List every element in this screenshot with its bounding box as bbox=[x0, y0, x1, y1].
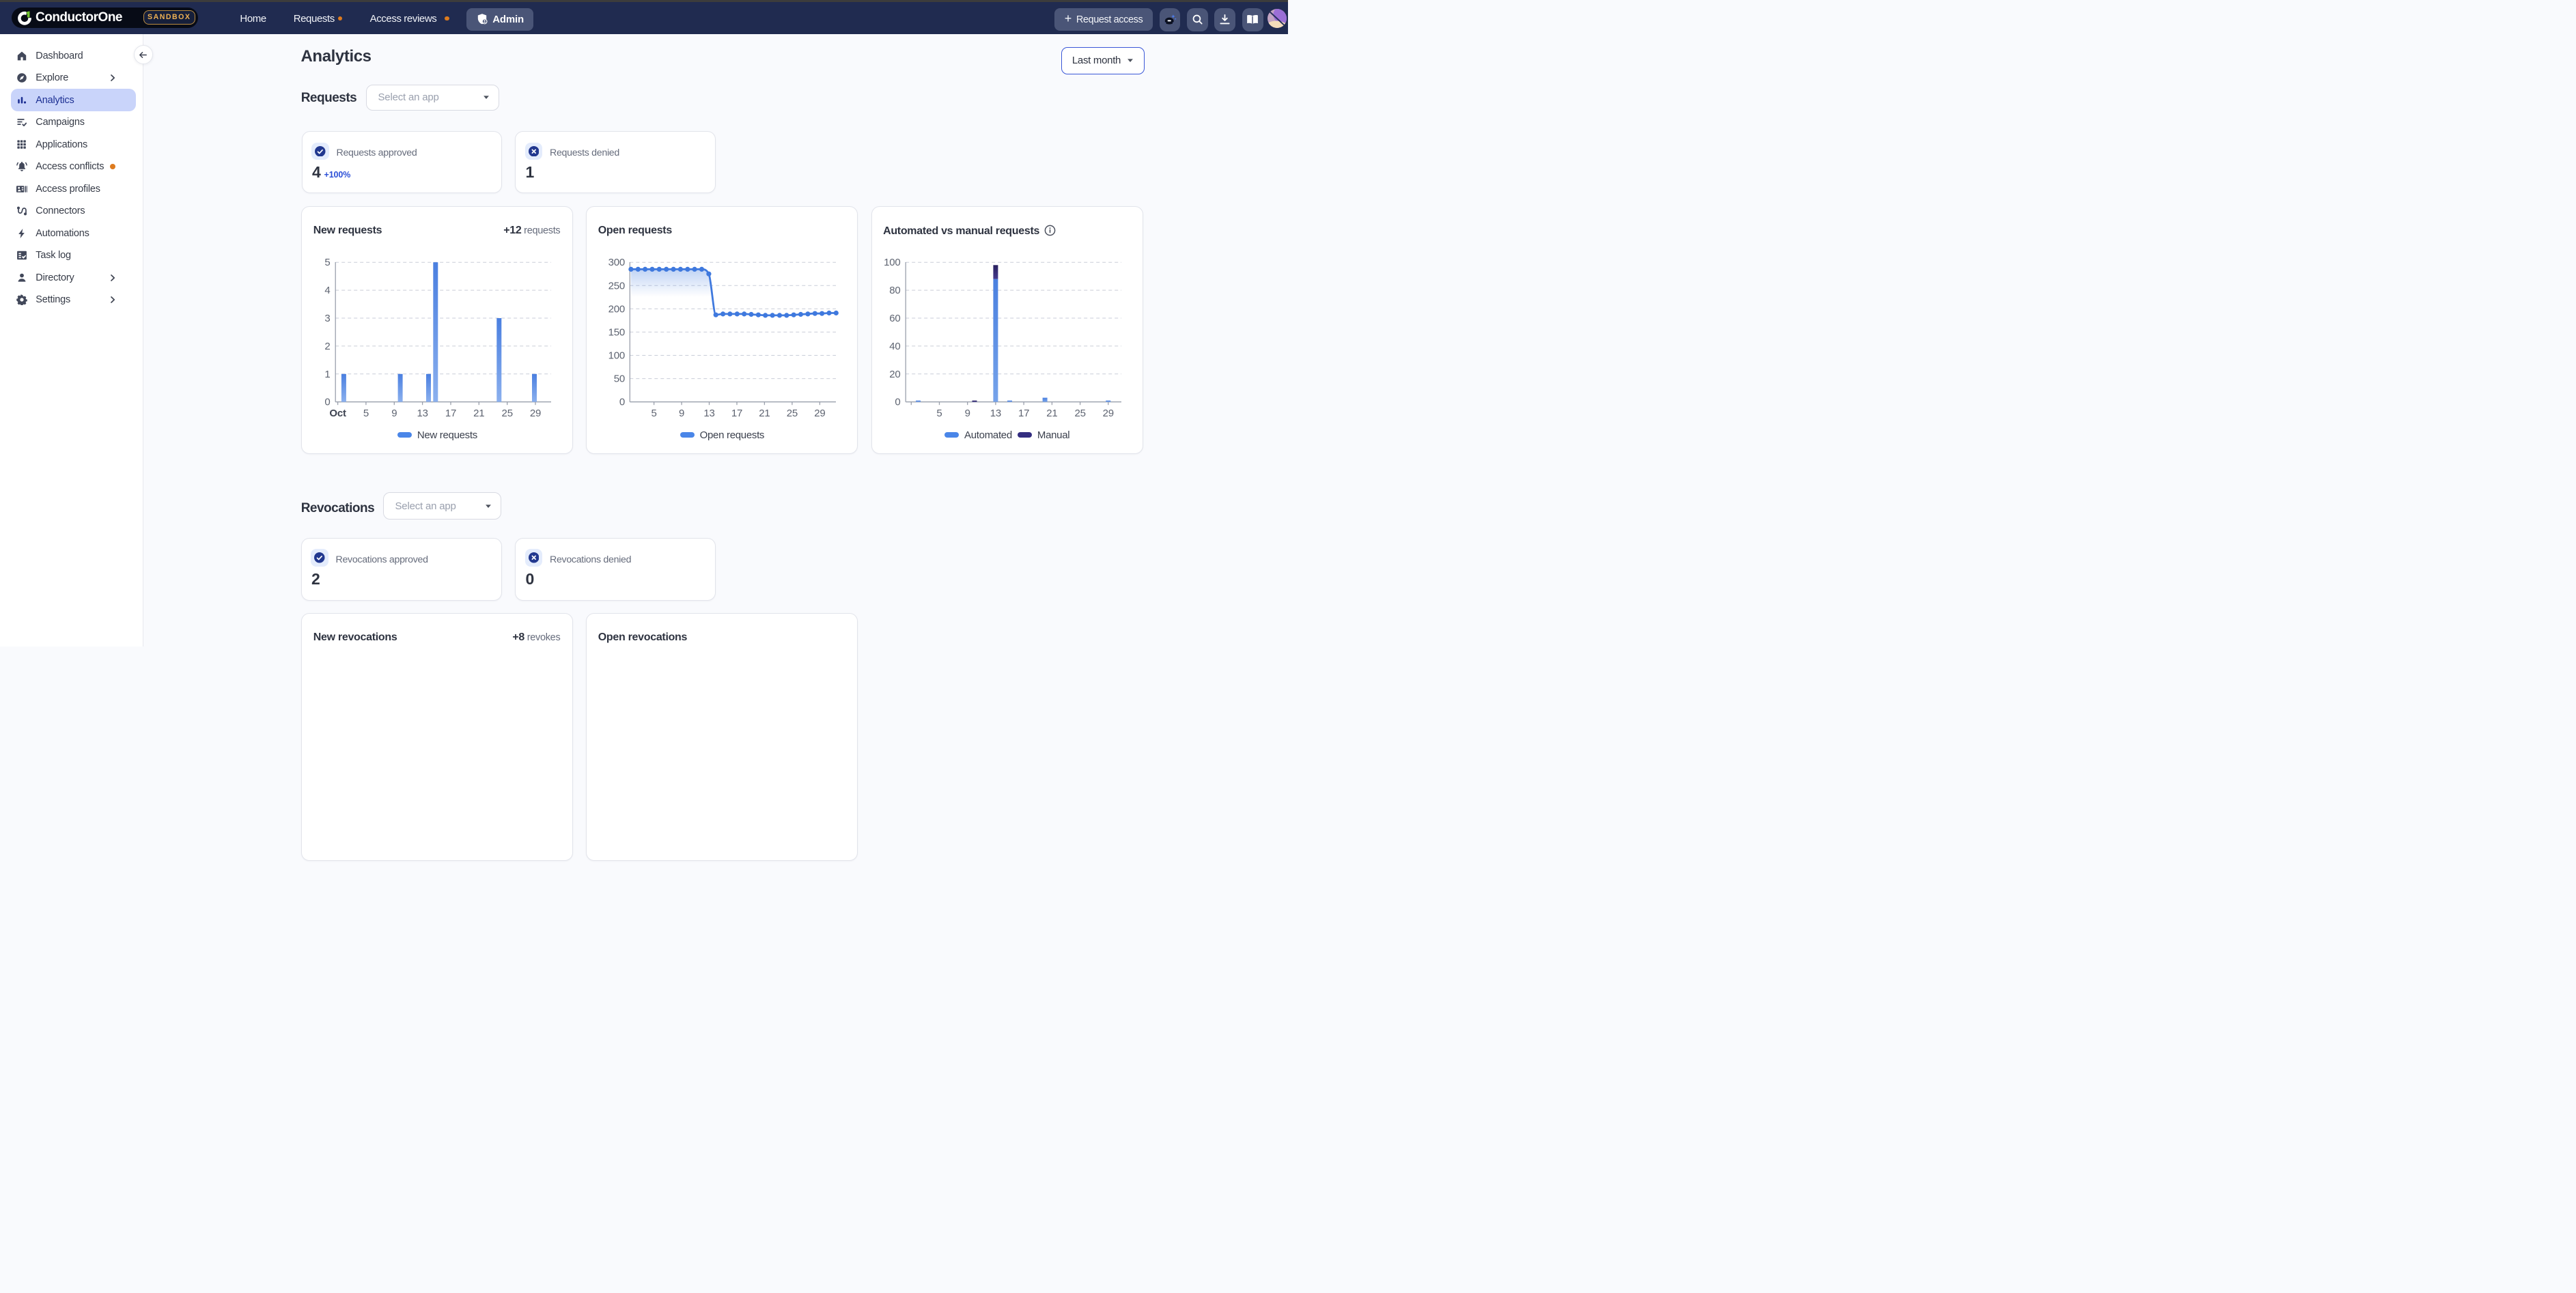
svg-text:200: 200 bbox=[608, 303, 625, 315]
svg-text:2: 2 bbox=[325, 341, 331, 352]
svg-text:21: 21 bbox=[474, 408, 485, 419]
svg-text:17: 17 bbox=[731, 408, 742, 419]
svg-text:13: 13 bbox=[704, 408, 715, 419]
svg-text:25: 25 bbox=[1074, 408, 1085, 419]
svg-text:0: 0 bbox=[619, 397, 625, 408]
svg-text:29: 29 bbox=[1102, 408, 1113, 419]
svg-text:100: 100 bbox=[884, 257, 900, 268]
svg-text:50: 50 bbox=[614, 373, 625, 385]
svg-text:29: 29 bbox=[815, 408, 826, 419]
svg-text:9: 9 bbox=[392, 408, 397, 419]
svg-text:21: 21 bbox=[759, 408, 770, 419]
svg-text:13: 13 bbox=[990, 408, 1000, 419]
svg-text:25: 25 bbox=[787, 408, 798, 419]
svg-text:5: 5 bbox=[936, 408, 942, 419]
svg-text:40: 40 bbox=[889, 341, 900, 352]
svg-text:29: 29 bbox=[530, 408, 541, 419]
svg-text:20: 20 bbox=[889, 369, 900, 380]
svg-text:250: 250 bbox=[608, 280, 625, 292]
svg-text:25: 25 bbox=[502, 408, 513, 419]
svg-text:5: 5 bbox=[652, 408, 657, 419]
svg-text:13: 13 bbox=[417, 408, 428, 419]
svg-text:80: 80 bbox=[889, 285, 900, 296]
svg-text:5: 5 bbox=[325, 257, 331, 268]
svg-text:17: 17 bbox=[445, 408, 456, 419]
svg-text:1: 1 bbox=[325, 369, 331, 380]
svg-text:Oct: Oct bbox=[330, 408, 347, 419]
svg-text:60: 60 bbox=[889, 313, 900, 324]
svg-text:5: 5 bbox=[363, 408, 369, 419]
svg-text:3: 3 bbox=[325, 313, 331, 324]
svg-text:300: 300 bbox=[608, 257, 625, 268]
svg-text:9: 9 bbox=[964, 408, 970, 419]
svg-text:100: 100 bbox=[608, 350, 625, 362]
svg-text:150: 150 bbox=[608, 326, 625, 338]
svg-text:0: 0 bbox=[325, 397, 331, 408]
svg-text:21: 21 bbox=[1046, 408, 1057, 419]
svg-text:0: 0 bbox=[895, 397, 900, 408]
svg-text:4: 4 bbox=[325, 285, 331, 296]
svg-text:17: 17 bbox=[1018, 408, 1029, 419]
svg-text:9: 9 bbox=[679, 408, 684, 419]
